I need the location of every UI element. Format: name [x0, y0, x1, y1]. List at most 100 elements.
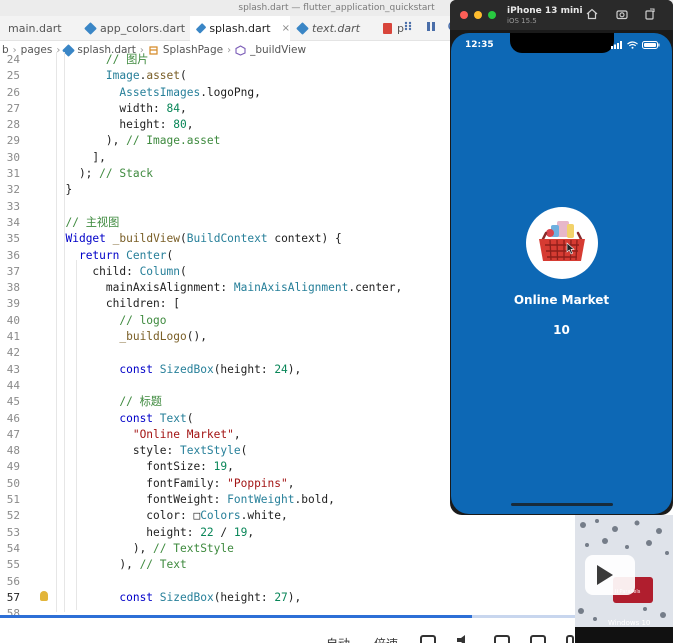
thumbnail-footer	[575, 627, 673, 643]
tab-label: app_colors.dart	[100, 22, 186, 35]
code-text: // 主视图	[65, 215, 120, 229]
code-line[interactable]: 37 child: Column(	[0, 264, 460, 280]
code-text: ); // Stack	[52, 167, 154, 181]
code-text: height: 80,	[52, 118, 194, 132]
video-thumbnail[interactable]: II Parallels Windows 10	[575, 515, 673, 643]
rotate-icon[interactable]	[644, 8, 656, 20]
code-line[interactable]: 24 // 图片	[0, 52, 460, 68]
line-number: 25	[6, 69, 20, 83]
code-line[interactable]: 56	[0, 574, 460, 590]
code-text: AssetsImages.logoPng,	[119, 85, 261, 99]
home-icon[interactable]	[586, 8, 598, 20]
line-number: 28	[6, 118, 20, 132]
code-line[interactable]: 28 height: 80,	[0, 117, 460, 133]
code-line[interactable]: 40 // logo	[0, 313, 460, 329]
status-time: 12:35	[465, 40, 494, 50]
code-text: child: Column(	[52, 264, 187, 278]
code-line[interactable]: 33	[0, 199, 460, 215]
app-screen[interactable]: 12:35 Online Market 10	[451, 33, 672, 514]
code-line[interactable]: 53 height: 22 / 19,	[0, 525, 460, 541]
tab-label: main.dart	[8, 22, 62, 35]
code-line[interactable]: 27 width: 84,	[0, 101, 460, 117]
pdf-file-icon	[383, 23, 392, 34]
line-number: 31	[6, 167, 20, 181]
code-line[interactable]: 30 ],	[0, 150, 460, 166]
pip-icon[interactable]	[494, 635, 510, 643]
simulator-toolbar: iPhone 13 mini iOS 15.5	[450, 0, 673, 30]
code-line[interactable]: 32 }	[0, 182, 460, 198]
line-number: 50	[6, 476, 20, 490]
ios-simulator-window: iPhone 13 mini iOS 15.5 12:35 Online Mar…	[450, 0, 673, 515]
code-text: return Center(	[78, 248, 174, 262]
widescreen-icon[interactable]	[530, 635, 546, 643]
code-line[interactable]: 50 fontFamily: "Poppins",	[0, 476, 460, 492]
code-text: // 标题	[119, 395, 162, 409]
code-line[interactable]: 57 const SizedBox(height: 27),	[0, 590, 460, 606]
line-number: 53	[6, 525, 20, 539]
line-number: 49	[6, 460, 20, 474]
line-number: 30	[6, 150, 20, 164]
code-line[interactable]: 26 AssetsImages.logoPng,	[0, 85, 460, 101]
code-line[interactable]: 29 ), // Image.asset	[0, 133, 460, 149]
code-line[interactable]: 49 fontSize: 19,	[0, 459, 460, 475]
code-line[interactable]: 45 // 标题	[0, 394, 460, 410]
screenshot-icon[interactable]	[616, 8, 628, 20]
windows-watermark: Windows 10	[608, 619, 651, 627]
code-line[interactable]: 25 Image.asset(	[0, 68, 460, 84]
code-line[interactable]: 52 color: □Colors.white,	[0, 508, 460, 524]
line-number: 47	[6, 427, 20, 441]
close-icon[interactable]: ×	[282, 23, 290, 34]
code-line[interactable]: 38 mainAxisAlignment: MainAxisAlignment.…	[0, 280, 460, 296]
playback-speed-button[interactable]: 倍速	[374, 635, 398, 643]
code-line[interactable]: 35 Widget _buildView(BuildContext contex…	[0, 231, 460, 247]
code-area[interactable]: 24 // 图片 25 Image.asset(26 AssetsImages.l…	[0, 52, 460, 639]
dart-file-icon	[195, 23, 207, 34]
line-number: 43	[6, 362, 20, 376]
code-line[interactable]: 41 _buildLogo(),	[0, 329, 460, 345]
lightbulb-icon[interactable]	[40, 591, 48, 601]
code-text: _buildLogo(),	[119, 330, 207, 344]
code-line[interactable]: 51 fontWeight: FontWeight.bold,	[0, 492, 460, 508]
code-line[interactable]: 36 return Center(	[0, 248, 460, 264]
code-line[interactable]: 54 ), // TextStyle	[0, 541, 460, 557]
close-window-button[interactable]	[460, 11, 468, 19]
tab-text-dart[interactable]: text.dart	[290, 16, 375, 41]
volume-icon[interactable]	[456, 635, 474, 643]
code-line[interactable]: 34 // 主视图	[0, 215, 460, 231]
tab-label: splash.dart	[209, 22, 271, 35]
code-line[interactable]: 48 style: TextStyle(	[0, 443, 460, 459]
home-indicator[interactable]	[511, 503, 613, 506]
line-number: 39	[6, 297, 20, 311]
code-text: Widget _buildView(BuildContext context) …	[65, 232, 342, 246]
minimize-window-button[interactable]	[474, 11, 482, 19]
code-line[interactable]: 31 ); // Stack	[0, 166, 460, 182]
zoom-window-button[interactable]	[488, 11, 496, 19]
code-line[interactable]: 43 const SizedBox(height: 24),	[0, 362, 460, 378]
danmaku-icon[interactable]	[420, 635, 436, 643]
line-number: 52	[6, 509, 20, 523]
status-icons	[611, 41, 660, 49]
fullscreen-icon[interactable]	[566, 635, 574, 643]
code-line[interactable]: 44	[0, 378, 460, 394]
code-text: style: TextStyle(	[52, 444, 248, 458]
line-number: 35	[6, 232, 20, 246]
code-text: fontFamily: "Poppins",	[52, 476, 295, 490]
code-line[interactable]: 55 ), // Text	[0, 557, 460, 573]
code-line[interactable]: 42	[0, 345, 460, 361]
code-line[interactable]: 39 children: [	[0, 296, 460, 312]
device-name: iPhone 13 mini	[507, 6, 583, 16]
auto-quality-button[interactable]: 自动	[326, 635, 350, 643]
code-text: // 图片	[105, 53, 149, 66]
tab-pdf[interactable]: p	[375, 16, 405, 41]
dart-file-icon	[296, 22, 309, 35]
code-line[interactable]: 46 const Text(	[0, 411, 460, 427]
tab-main-dart[interactable]: main.dart	[0, 16, 78, 41]
pause-icon[interactable]	[425, 20, 437, 32]
line-number: 45	[6, 395, 20, 409]
tab-splash-dart[interactable]: splash.dart ×	[190, 16, 290, 41]
tab-app-colors-dart[interactable]: app_colors.dart	[78, 16, 186, 41]
code-line[interactable]: 47 "Online Market",	[0, 427, 460, 443]
code-text: ), // TextStyle	[52, 541, 234, 555]
code-text: const SizedBox(height: 27),	[119, 590, 302, 604]
drag-handle-icon[interactable]	[403, 20, 415, 32]
